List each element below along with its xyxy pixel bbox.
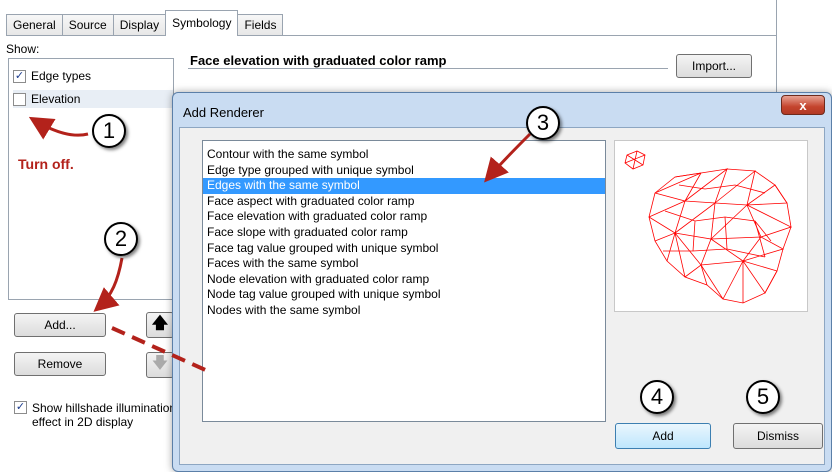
list-item-selected[interactable]: Edges with the same symbol [203,178,605,194]
callout-2: 2 [104,222,138,256]
edge-types-checkbox[interactable]: ✓ [13,69,26,83]
arrow-up-icon: 🡅 [151,314,169,332]
list-item[interactable]: Face tag value grouped with unique symbo… [203,241,605,257]
close-icon: x [799,97,807,113]
list-item[interactable]: Nodes with the same symbol [203,303,605,319]
add-renderer-button[interactable]: Add [615,423,711,449]
callout-5: 5 [746,380,780,414]
callout-3: 3 [526,106,560,140]
hillshade-checkbox[interactable]: ✓ [14,401,27,414]
tin-preview-image [624,150,793,304]
remove-button[interactable]: Remove [14,352,106,376]
list-item[interactable]: Node elevation with graduated color ramp [203,272,605,288]
add-renderer-dialog: Add Renderer x Contour with the same sym… [172,92,832,472]
list-item[interactable]: Contour with the same symbol [203,147,605,163]
tab-strip: General Source Display Symbology Fields [6,10,284,36]
close-button[interactable]: x [781,95,825,115]
callout-4: 4 [640,380,674,414]
list-item[interactable]: Face slope with graduated color ramp [203,225,605,241]
add-button[interactable]: Add... [14,313,106,337]
arrow-down-icon: 🡇 [151,354,169,372]
tab-source[interactable]: Source [61,14,114,36]
renderer-item-label: Edge types [31,69,92,83]
renderer-type-list[interactable]: Contour with the same symbol Edge type g… [202,140,606,422]
tab-page-border [6,35,776,36]
elevation-checkbox[interactable] [13,92,26,106]
renderer-item-elevation[interactable]: Elevation [13,90,173,108]
list-item[interactable]: Node tag value grouped with unique symbo… [203,287,605,303]
hillshade-label: Show hillshade illumination effect in 2D… [32,401,177,429]
renderer-item-edge-types[interactable]: ✓ Edge types [13,67,173,85]
move-up-button[interactable]: 🡅 [146,312,174,338]
tab-symbology[interactable]: Symbology [165,10,239,36]
turn-off-annotation: Turn off. [18,156,74,172]
renderer-preview [614,140,808,312]
tab-general[interactable]: General [6,14,63,36]
renderer-title: Face elevation with graduated color ramp [190,53,447,68]
hillshade-option[interactable]: ✓ Show hillshade illumination effect in … [14,401,192,429]
dialog-title: Add Renderer [183,105,264,120]
list-item[interactable]: Faces with the same symbol [203,256,605,272]
tab-display[interactable]: Display [112,14,167,36]
renderer-list[interactable]: ✓ Edge types Elevation [8,58,174,300]
import-button[interactable]: Import... [676,54,752,78]
callout-1: 1 [92,114,126,148]
move-down-button[interactable]: 🡇 [146,352,174,378]
list-item[interactable]: Face aspect with graduated color ramp [203,194,605,210]
tab-fields[interactable]: Fields [237,14,284,36]
title-divider [188,68,668,69]
list-item[interactable]: Face elevation with graduated color ramp [203,209,605,225]
show-label: Show: [6,42,40,56]
dismiss-button[interactable]: Dismiss [733,423,823,449]
dialog-body: Contour with the same symbol Edge type g… [179,127,825,465]
renderer-item-label: Elevation [31,92,81,106]
list-item[interactable]: Edge type grouped with unique symbol [203,163,605,179]
